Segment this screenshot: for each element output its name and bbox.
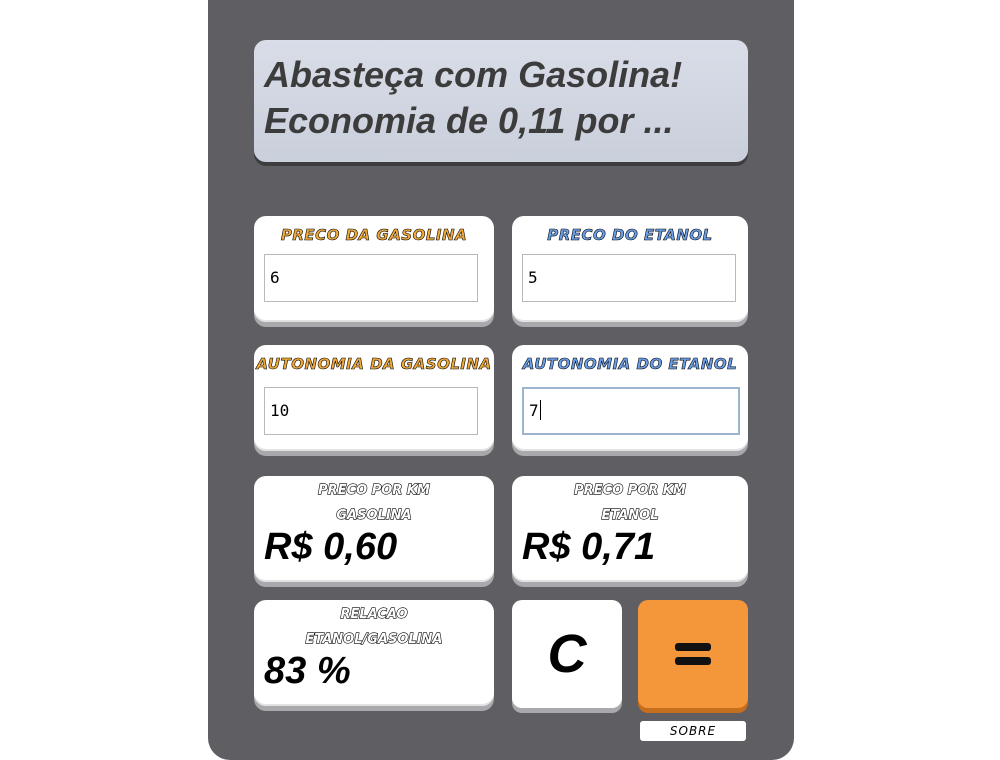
preco-etanol-input[interactable]: 5 [522,254,736,302]
autonomia-etanol-label: AUTONOMIA DO ETANOL [522,355,738,374]
calculator-body: Abasteça com Gasolina! Economia de 0,11 … [208,0,794,760]
relacao-label-line1: RELACAO [340,606,408,622]
relacao-label-line2: ETANOL/GASOLINA [305,631,443,647]
km-etanol-label-line2: ETANOL [601,507,659,523]
result-display: Abasteça com Gasolina! Economia de 0,11 … [254,40,748,162]
preco-gasolina-label: PRECO DA GASOLINA [280,226,468,245]
km-etanol-value: R$ 0,71 [522,526,656,568]
autonomia-gasolina-label: AUTONOMIA DA GASOLINA [256,355,492,374]
autonomia-etanol-input[interactable]: 7 [522,387,740,435]
km-gasolina-label: PRECO POR KM GASOLINA [254,478,494,528]
display-line-1: Abasteça com Gasolina! [264,54,683,95]
relacao-value: 83 % [264,650,351,692]
preco-etanol-label: PRECO DO ETANOL [547,226,713,245]
text-caret [539,400,541,420]
km-gasolina-card: PRECO POR KM GASOLINA R$ 0,60 [254,476,494,582]
autonomia-gasolina-card: AUTONOMIA DA GASOLINA 10 [254,345,494,451]
preco-gasolina-input[interactable]: 6 [264,254,478,302]
calculate-button[interactable] [638,600,748,708]
autonomia-etanol-value: 7 [529,401,539,420]
relacao-card: RELACAO ETANOL/GASOLINA 83 % [254,600,494,706]
autonomia-etanol-card: AUTONOMIA DO ETANOL 7 [512,345,748,451]
clear-button[interactable]: C [512,600,622,708]
equals-icon-bar [675,657,711,665]
km-etanol-label: PRECO POR KM ETANOL [512,478,748,528]
display-line-2: Economia de 0,11 por ... [264,100,674,141]
km-gasolina-label-line2: GASOLINA [336,507,412,523]
sobre-button[interactable]: SOBRE [640,721,746,741]
autonomia-gasolina-input[interactable]: 10 [264,387,478,435]
relacao-label: RELACAO ETANOL/GASOLINA [254,602,494,652]
preco-etanol-card: PRECO DO ETANOL 5 [512,216,748,322]
km-gasolina-label-line1: PRECO POR KM [318,482,431,498]
preco-gasolina-card: PRECO DA GASOLINA 6 [254,216,494,322]
km-gasolina-value: R$ 0,60 [264,526,398,568]
km-etanol-card: PRECO POR KM ETANOL R$ 0,71 [512,476,748,582]
km-etanol-label-line1: PRECO POR KM [574,482,687,498]
equals-icon [675,643,711,651]
